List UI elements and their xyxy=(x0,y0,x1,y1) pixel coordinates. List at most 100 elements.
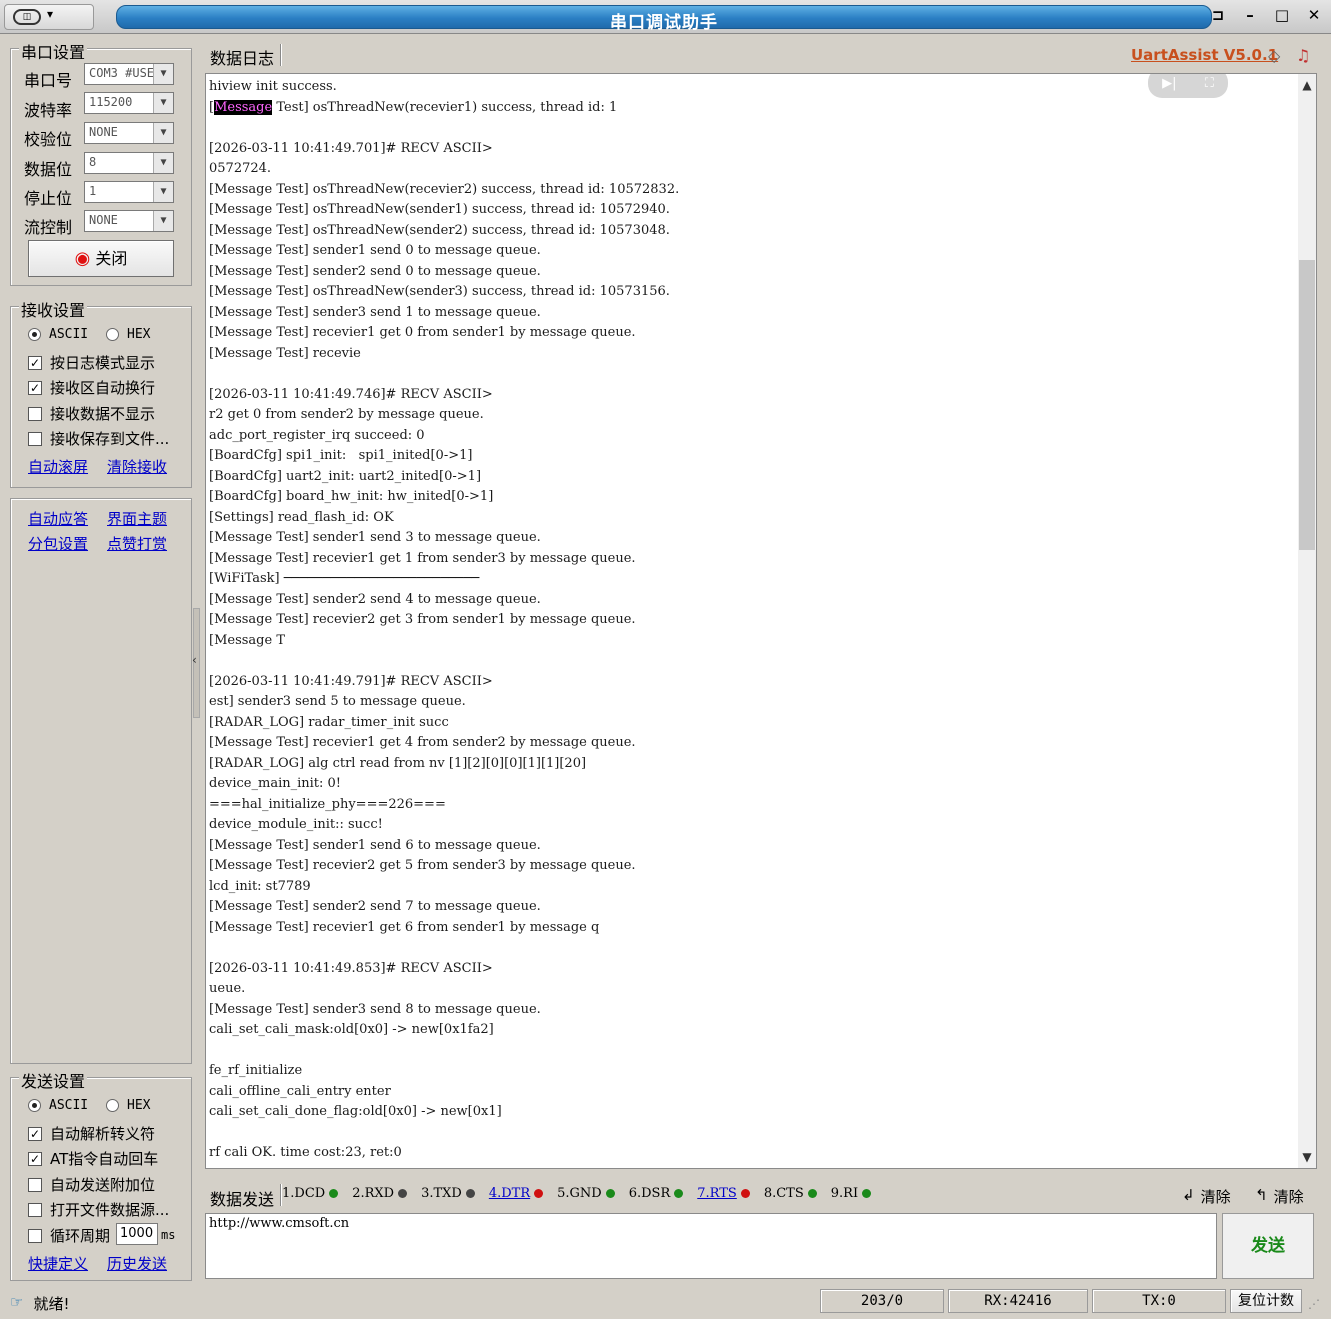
shortcut-link[interactable]: 快捷定义 xyxy=(28,1253,88,1274)
log-line: [Message Test] sender1 send 3 to message… xyxy=(209,530,541,545)
tab-divider xyxy=(280,44,282,66)
checkbox-empty-icon xyxy=(28,406,42,421)
loop-period-input[interactable]: 1000 xyxy=(116,1223,158,1245)
checkmark-icon: ✓ xyxy=(28,355,42,370)
reset-count-button[interactable]: 复位计数 xyxy=(1230,1289,1302,1313)
signal-bar: 1.DCD 2.RXD 3.TXD 4.DTR 5.GND 6.DSR 7.RTS 8.CTS… xyxy=(282,1186,872,1201)
databits-select[interactable]: 8 ▼ xyxy=(84,152,174,174)
send-input[interactable]: http://www.cmsoft.cn xyxy=(205,1213,1217,1279)
log-line: device_main_init: 0! xyxy=(209,776,342,791)
send-hex-radio[interactable]: HEX xyxy=(106,1098,150,1113)
checkbox-empty-icon xyxy=(28,1202,42,1217)
stopbits-select[interactable]: 1 ▼ xyxy=(84,181,174,203)
log-line: [BoardCfg] uart2_init: uart2_inited[0->1… xyxy=(209,468,482,484)
signal-indicator[interactable]: 7.RTS xyxy=(697,1186,750,1201)
recv-settings-title: 接收设置 xyxy=(19,297,88,321)
receive-log[interactable]: hiview init success. [Message Test] osThr… xyxy=(205,73,1317,1169)
port-select[interactable]: COM3 #USE ▼ xyxy=(84,63,174,85)
parity-select[interactable]: NONE ▼ xyxy=(84,122,174,144)
tab-data-send[interactable]: 数据发送 xyxy=(210,1186,274,1210)
bell-icon[interactable]: ♫ xyxy=(1296,46,1310,65)
send-option-label: 自动发送附加位 xyxy=(50,1176,156,1194)
scrollbar-thumb[interactable] xyxy=(1299,260,1315,550)
brand-link[interactable]: UartAssist V5.0.1 xyxy=(1131,46,1278,64)
clear-recv-link[interactable]: 清除接收 xyxy=(107,456,167,477)
status-ready: ☞ 就绪! xyxy=(10,1293,69,1314)
resize-grip-icon[interactable]: ⋰ xyxy=(1308,1297,1320,1311)
history-link[interactable]: 历史发送 xyxy=(107,1253,167,1274)
packet-settings-link[interactable]: 分包设置 xyxy=(28,533,88,554)
tab-data-log[interactable]: 数据日志 xyxy=(210,45,274,69)
expand-icon[interactable]: ⛶ xyxy=(1205,76,1214,91)
recv-hide-checkbox[interactable]: 接收数据不显示 xyxy=(28,403,155,424)
clear-send-button[interactable]: ↲ 清除 xyxy=(1182,1186,1231,1207)
baud-value: 115200 xyxy=(89,95,133,109)
close-button[interactable]: ✕ xyxy=(1303,6,1325,24)
clear-all-label: 清除 xyxy=(1273,1188,1304,1206)
recv-ascii-radio[interactable]: ASCII xyxy=(28,327,88,342)
send-option-label: 打开文件数据源... xyxy=(50,1201,170,1219)
clear-send-label: 清除 xyxy=(1200,1188,1231,1206)
clear-all-button[interactable]: ↰ 清除 xyxy=(1255,1186,1304,1207)
vertical-scrollbar[interactable]: ▲ ▼ xyxy=(1298,74,1316,1168)
recv-option-label: 接收区自动换行 xyxy=(50,379,156,397)
log-line: fe_rf_initialize xyxy=(209,1063,303,1078)
signal-led-icon xyxy=(329,1189,339,1198)
signal-indicator[interactable]: 4.DTR xyxy=(488,1186,544,1201)
loop-send-checkbox[interactable]: 循环周期 xyxy=(28,1225,110,1246)
parity-value: NONE xyxy=(89,125,118,139)
misc-group xyxy=(10,498,192,1064)
chevron-down-icon: ▼ xyxy=(153,211,173,231)
chevron-down-icon: ▼ xyxy=(153,93,173,113)
checkbox-empty-icon xyxy=(28,1177,42,1192)
flowctrl-select[interactable]: NONE ▼ xyxy=(84,210,174,232)
log-line: ===hal_initialize_phy===226=== xyxy=(209,796,446,812)
log-line: device_module_init:: succ! xyxy=(209,817,383,832)
databits-value: 8 xyxy=(89,155,97,169)
send-file-source-checkbox[interactable]: 打开文件数据源... xyxy=(28,1199,169,1220)
status-light-icon: ◉ xyxy=(74,248,91,269)
pin-icon[interactable]: ⊐ xyxy=(1207,6,1229,24)
send-ascii-radio[interactable]: ASCII xyxy=(28,1098,88,1113)
system-menu-button[interactable]: ◫ ▾ xyxy=(4,4,94,30)
radio-selected-icon xyxy=(28,1099,41,1112)
recv-log-mode-checkbox[interactable]: ✓ 按日志模式显示 xyxy=(28,352,155,373)
send-escape-checkbox[interactable]: ✓ 自动解析转义符 xyxy=(28,1123,155,1144)
floating-toolbar: ▶| ⛶ xyxy=(1148,74,1228,98)
status-rx: RX:42416 xyxy=(948,1289,1088,1313)
send-at-enter-checkbox[interactable]: ✓ AT指令自动回车 xyxy=(28,1148,158,1169)
minimize-button[interactable]: – xyxy=(1239,6,1261,24)
log-line: [Message Test] sender1 send 6 to message… xyxy=(209,837,541,853)
recv-save-file-checkbox[interactable]: 接收保存到文件... xyxy=(28,428,169,449)
recv-autowrap-checkbox[interactable]: ✓ 接收区自动换行 xyxy=(28,377,155,398)
open-close-label: 关闭 xyxy=(95,249,128,268)
signal-indicator: 6.DSR xyxy=(629,1186,684,1201)
diamond-icon[interactable]: ◇ xyxy=(1268,46,1280,65)
signal-indicator: 9.RI xyxy=(831,1186,872,1201)
log-line: [Message Test] sender3 send 1 to message… xyxy=(209,304,541,320)
window-controls: ⊐ – □ ✕ xyxy=(1207,6,1325,24)
chevron-up-icon[interactable]: ▲ xyxy=(1298,78,1316,92)
log-line: [Message Test] recevier1 get 1 from send… xyxy=(209,550,636,566)
send-button[interactable]: 发送 xyxy=(1222,1213,1314,1279)
reward-link[interactable]: 点赞打赏 xyxy=(107,533,167,554)
chevron-down-icon[interactable]: ▼ xyxy=(1298,1150,1316,1164)
theme-link[interactable]: 界面主题 xyxy=(107,508,167,529)
panel-splitter[interactable]: ‹ xyxy=(192,608,200,718)
baud-select[interactable]: 115200 ▼ xyxy=(84,92,174,114)
signal-label: 4.DTR xyxy=(488,1186,531,1201)
recv-hex-radio[interactable]: HEX xyxy=(106,327,150,342)
stopbits-value: 1 xyxy=(89,184,97,198)
signal-indicator: 1.DCD xyxy=(282,1186,339,1201)
send-hex-label: HEX xyxy=(127,1098,151,1113)
log-line: cali_set_cali_mask:old[0x0] -> new[0x1fa… xyxy=(209,1022,494,1037)
autoscroll-link[interactable]: 自动滚屏 xyxy=(28,456,88,477)
signal-led-icon xyxy=(862,1189,872,1198)
maximize-button[interactable]: □ xyxy=(1271,6,1293,24)
open-close-port-button[interactable]: ◉ 关闭 xyxy=(28,240,174,277)
auto-reply-link[interactable]: 自动应答 xyxy=(28,508,88,529)
chevron-down-icon: ▼ xyxy=(153,64,173,84)
pause-icon[interactable]: ▶| xyxy=(1162,76,1176,91)
send-append-checkbox[interactable]: 自动发送附加位 xyxy=(28,1174,155,1195)
